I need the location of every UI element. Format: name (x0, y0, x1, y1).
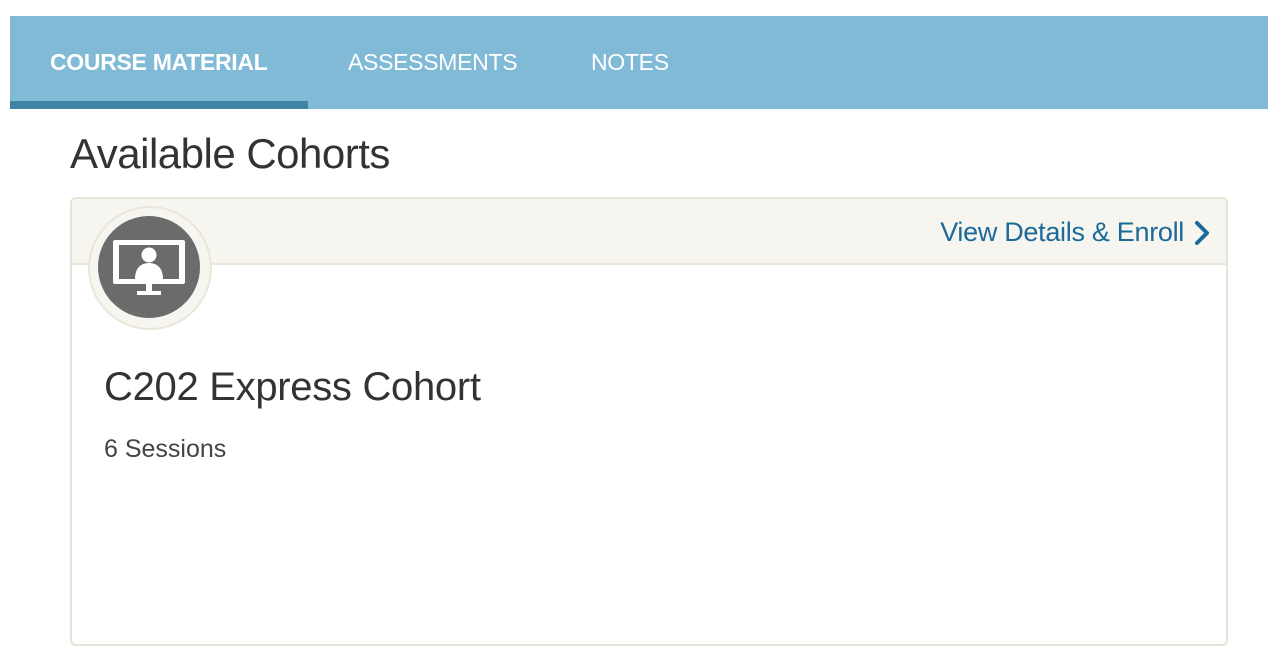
cohort-title: C202 Express Cohort (104, 365, 481, 409)
cohort-session-count: 6 Sessions (104, 435, 227, 463)
cohort-card: View Details & Enroll C202 Express Cohor… (70, 197, 1228, 646)
page-title: Available Cohorts (70, 130, 390, 177)
course-tab-bar: COURSE MATERIAL ASSESSMENTS NOTES (10, 16, 1268, 109)
tab-notes[interactable]: NOTES (591, 16, 669, 109)
active-tab-indicator (10, 101, 308, 109)
chevron-right-icon (1194, 220, 1210, 246)
tab-course-material[interactable]: COURSE MATERIAL (50, 16, 268, 109)
tab-assessments[interactable]: ASSESSMENTS (348, 16, 518, 109)
monitor-user-icon (98, 216, 200, 318)
view-details-enroll-link[interactable]: View Details & Enroll (940, 217, 1210, 248)
enroll-link-label: View Details & Enroll (940, 217, 1184, 247)
